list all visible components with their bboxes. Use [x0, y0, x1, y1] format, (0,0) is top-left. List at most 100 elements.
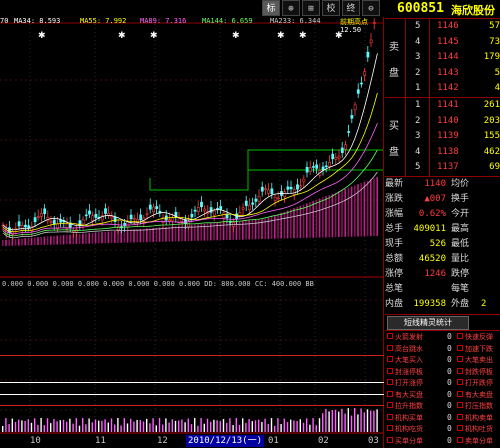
toolbar-button-zoom-out[interactable]: ⊖ — [362, 0, 380, 16]
buy-order-row[interactable]: 2 1140 203 — [385, 114, 500, 129]
volume-bar — [43, 425, 45, 432]
signal-checkbox[interactable] — [387, 333, 393, 339]
stat-value: ▲007 — [424, 194, 446, 204]
candle-body — [296, 184, 299, 190]
toolbar-button-mark[interactable]: 标 — [262, 0, 280, 16]
signal-checkbox[interactable] — [457, 402, 463, 408]
candle-body — [40, 212, 43, 217]
candle-body — [302, 178, 306, 183]
signal-item[interactable]: 机构吃货 0 — [385, 424, 453, 434]
indicator-band — [325, 196, 327, 238]
indicator-band — [155, 227, 158, 242]
signal-item[interactable]: 有大买盘 0 — [385, 390, 453, 400]
signal-item[interactable]: 拉升指数 0 — [385, 401, 453, 411]
sell-order-row[interactable]: 4 1145 73 — [385, 35, 500, 50]
signal-item[interactable]: 打开跌停 — [455, 378, 500, 388]
signal-item[interactable]: 打开涨停 0 — [385, 378, 453, 388]
signal-checkbox[interactable] — [457, 390, 463, 397]
indicator-band — [162, 227, 164, 242]
signal-label: 打压指数 — [465, 402, 493, 410]
volume-bar — [53, 418, 55, 432]
sell-order-row[interactable]: 3 1144 179 — [385, 50, 500, 65]
candle-body — [129, 214, 133, 220]
signal-label: 机构吃货 — [395, 425, 423, 433]
signal-checkbox[interactable] — [387, 344, 393, 351]
sell-order-row[interactable]: 5 1146 57 — [385, 19, 500, 34]
volume-bar — [171, 419, 173, 432]
volume-bar — [216, 420, 218, 432]
volume-bar — [50, 423, 52, 432]
volume-bar — [270, 418, 273, 432]
signal-item[interactable]: 有大卖盘 — [455, 390, 500, 400]
toolbar-button-end[interactable]: 终 — [342, 0, 360, 16]
signal-item[interactable]: 打压指数 — [455, 401, 500, 411]
candle-body — [132, 217, 136, 220]
signal-label: 打开跌停 — [465, 379, 493, 387]
signal-checkbox[interactable] — [457, 413, 463, 420]
order-level: 4 — [415, 146, 421, 157]
ma-line — [2, 92, 378, 233]
kline-chart-panel[interactable]: ✱ ✱ ✱ ✱ ✱ ✱ ✱ 标 ⊕ ⊞ 校 终 ⊖ 70 MA34: 8.593… — [0, 0, 384, 448]
toolbar-button-check[interactable]: 校 — [322, 0, 340, 16]
buy-order-row[interactable]: 1 1141 261 — [385, 98, 500, 113]
signal-checkbox[interactable] — [457, 344, 463, 351]
signal-item[interactable]: 高台跳水 0 — [385, 344, 453, 354]
buy-order-row[interactable]: 3 1139 155 — [385, 129, 500, 144]
indicator-band — [130, 229, 132, 243]
signal-item[interactable]: 封跌停板 — [455, 367, 500, 377]
signal-checkbox[interactable] — [387, 379, 393, 385]
volume-bar — [366, 409, 369, 432]
signal-item[interactable]: 封涨停板 0 — [385, 367, 453, 377]
kline-chart[interactable]: ✱ ✱ ✱ ✱ ✱ ✱ ✱ — [0, 0, 384, 448]
order-price: 1142 — [437, 83, 459, 93]
signal-item[interactable]: 加速下跌 — [455, 344, 500, 354]
signal-checkbox[interactable] — [387, 356, 393, 362]
candle-body — [238, 212, 242, 216]
indicator-band — [251, 220, 254, 240]
buy-order-row[interactable]: 5 1137 69 — [385, 160, 500, 175]
sell-order-row[interactable]: 2 1143 5 — [385, 66, 500, 81]
signal-item[interactable]: 机构买单 0 — [385, 413, 453, 423]
candle-body — [321, 166, 325, 171]
signal-checkbox[interactable] — [457, 367, 463, 374]
signal-label: 封涨停板 — [395, 367, 423, 376]
signal-checkbox[interactable] — [457, 379, 463, 385]
buy-order-row[interactable]: 4 1138 462 — [385, 145, 500, 160]
signal-checkbox[interactable] — [387, 436, 393, 443]
indicator-band — [136, 229, 138, 243]
signal-count: 0 — [447, 378, 452, 387]
order-price: 1143 — [437, 67, 459, 78]
signal-item[interactable]: 机构吐货 — [455, 424, 500, 434]
toolbar-button-grid[interactable]: ⊞ — [302, 0, 320, 16]
signal-checkbox[interactable] — [387, 367, 393, 374]
marker-star-icon: ✱ — [232, 31, 240, 41]
signal-item[interactable]: 买单分单 0 — [385, 436, 453, 446]
sell-order-row[interactable]: 1 1142 4 — [385, 81, 500, 96]
signal-checkbox[interactable] — [387, 402, 393, 408]
volume-bar — [229, 418, 231, 432]
signal-checkbox[interactable] — [387, 390, 393, 397]
candle-body — [203, 208, 207, 212]
signal-panel-title[interactable]: 短线精灵统计 — [387, 316, 469, 330]
signal-checkbox[interactable] — [387, 413, 393, 420]
signal-item[interactable]: 卖单分单 — [455, 436, 500, 446]
order-level: 1 — [415, 83, 421, 93]
toolbar-button-zoom-in[interactable]: ⊕ — [282, 0, 300, 16]
indicator-band — [69, 234, 71, 245]
volume-bar — [117, 418, 119, 432]
signal-checkbox[interactable] — [457, 425, 463, 431]
signal-checkbox[interactable] — [457, 333, 463, 339]
signal-item[interactable]: 快速反弹 — [455, 332, 500, 342]
signal-checkbox[interactable] — [457, 436, 463, 443]
signal-checkbox[interactable] — [457, 356, 463, 362]
volume-bar — [133, 421, 135, 432]
signal-checkbox[interactable] — [387, 425, 393, 431]
candle-body — [337, 155, 341, 159]
signal-item[interactable]: 机构卖单 — [455, 413, 500, 423]
volume-bar — [360, 408, 362, 432]
signal-item[interactable]: 大笔卖出 — [455, 355, 500, 365]
signal-item[interactable]: 大笔买入 0 — [385, 355, 453, 365]
volume-bar — [293, 420, 295, 432]
volume-bar — [30, 422, 33, 432]
signal-item[interactable]: 火箭发射 0 — [385, 332, 453, 342]
